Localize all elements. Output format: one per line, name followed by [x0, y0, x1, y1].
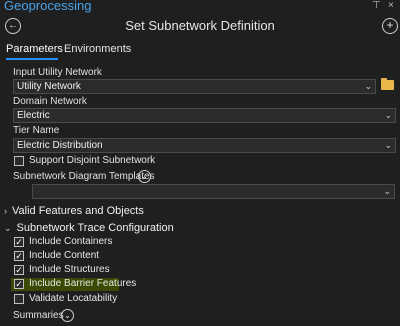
- validate-locatability-checkbox[interactable]: [14, 294, 24, 304]
- section-valid-features-label: Valid Features and Objects: [12, 205, 144, 217]
- include-structures-label: Include Structures: [29, 264, 110, 275]
- folder-icon[interactable]: [381, 78, 394, 90]
- close-icon[interactable]: ×: [388, 0, 394, 12]
- include-containers-checkbox[interactable]: ✓: [14, 237, 24, 247]
- include-containers-label: Include Containers: [29, 236, 113, 247]
- support-disjoint-checkbox[interactable]: [14, 156, 24, 166]
- tier-name-value: Electric Distribution: [17, 140, 103, 151]
- include-structures-checkbox[interactable]: ✓: [14, 265, 24, 275]
- app-title: Geoprocessing: [4, 0, 92, 13]
- domain-network-label: Domain Network: [13, 96, 87, 107]
- section-valid-features[interactable]: › Valid Features and Objects: [4, 205, 144, 217]
- summaries-label: Summaries: [13, 310, 64, 321]
- section-trace-config[interactable]: ⌄ Subnetwork Trace Configuration: [4, 222, 174, 234]
- chevron-right-icon: ›: [4, 206, 7, 216]
- chevron-down-icon: ⌄: [384, 110, 392, 120]
- input-utility-network-label: Input Utility Network: [13, 67, 102, 78]
- chevron-down-icon[interactable]: ⌄: [61, 309, 74, 322]
- validate-locatability-label: Validate Locatability: [29, 293, 118, 304]
- chevron-down-icon: ⌄: [4, 223, 12, 233]
- tool-title: Set Subnetwork Definition: [125, 18, 275, 33]
- include-content-label: Include Content: [29, 250, 100, 261]
- section-trace-config-label: Subnetwork Trace Configuration: [16, 222, 174, 234]
- active-tab-indicator: [6, 58, 58, 60]
- diagram-templates-label: Subnetwork Diagram Templates: [13, 171, 155, 182]
- tab-environments[interactable]: Environments: [64, 43, 131, 55]
- chevron-down-icon: ⌄: [364, 81, 372, 91]
- diagram-templates-select[interactable]: ⌄: [32, 184, 395, 199]
- tab-parameters[interactable]: Parameters: [6, 43, 63, 55]
- title-bar: Geoprocessing ⊤ ×: [0, 0, 400, 14]
- tool-header: ← Set Subnetwork Definition +: [0, 14, 400, 40]
- tier-name-select[interactable]: Electric Distribution ⌄: [13, 138, 396, 153]
- input-utility-network-select[interactable]: Utility Network ⌄: [13, 79, 376, 94]
- chevron-down-icon[interactable]: ⌄: [138, 170, 151, 183]
- chevron-down-icon: ⌄: [383, 186, 391, 196]
- domain-network-select[interactable]: Electric ⌄: [13, 108, 396, 123]
- add-icon[interactable]: +: [382, 18, 398, 34]
- include-barrier-features-checkbox[interactable]: ✓: [14, 279, 24, 289]
- include-content-checkbox[interactable]: ✓: [14, 251, 24, 261]
- input-utility-network-value: Utility Network: [17, 81, 81, 92]
- domain-network-value: Electric: [17, 110, 50, 121]
- support-disjoint-label: Support Disjoint Subnetwork: [29, 155, 156, 166]
- chevron-down-icon: ⌄: [384, 140, 392, 150]
- pin-icon[interactable]: ⊤: [372, 0, 381, 12]
- tier-name-label: Tier Name: [13, 125, 60, 136]
- include-barrier-features-label: Include Barrier Features: [29, 278, 137, 289]
